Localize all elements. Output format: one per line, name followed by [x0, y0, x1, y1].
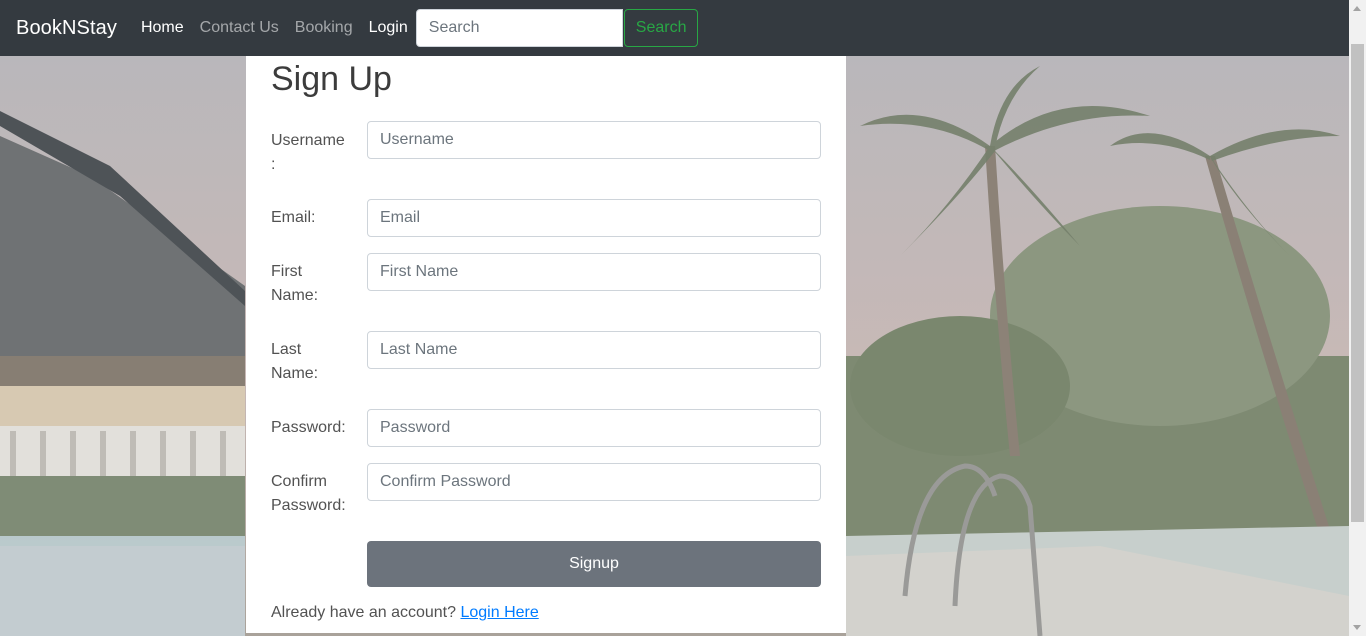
- scroll-down-icon[interactable]: [1353, 625, 1361, 630]
- search-input[interactable]: [415, 9, 623, 47]
- last-name-label: Last Name:: [271, 341, 319, 382]
- scroll-up-icon[interactable]: [1353, 6, 1361, 11]
- password-label: Password:: [271, 419, 346, 436]
- page-title: Sign Up: [271, 60, 392, 98]
- confirm-password-field[interactable]: [367, 463, 821, 501]
- email-field[interactable]: [367, 199, 821, 237]
- confirm-password-label: Confirm Password:: [271, 473, 346, 514]
- login-prompt: Already have an account? Login Here: [271, 604, 539, 622]
- email-label: Email:: [271, 209, 316, 226]
- signup-card: Sign Up Username : Email: First Name: La…: [246, 56, 846, 633]
- navbar: BookNStay Home Contact Us Booking Login …: [0, 0, 1366, 56]
- nav-link-contact-us[interactable]: Contact Us: [200, 19, 279, 37]
- login-here-link[interactable]: Login Here: [460, 604, 538, 621]
- nav-link-home[interactable]: Home: [141, 19, 184, 37]
- first-name-label: First Name:: [271, 263, 319, 304]
- scrollbar-thumb[interactable]: [1351, 44, 1364, 522]
- brand-logo[interactable]: BookNStay: [16, 17, 117, 40]
- username-label: Username :: [271, 132, 345, 173]
- login-prompt-text: Already have an account?: [271, 604, 457, 621]
- username-field[interactable]: [367, 121, 821, 159]
- signup-button[interactable]: Signup: [367, 541, 821, 587]
- password-field[interactable]: [367, 409, 821, 447]
- nav-link-booking[interactable]: Booking: [295, 19, 353, 37]
- first-name-field[interactable]: [367, 253, 821, 291]
- nav-link-login[interactable]: Login: [369, 19, 408, 37]
- search-button[interactable]: Search: [623, 9, 699, 47]
- page-scrollbar[interactable]: [1349, 0, 1366, 636]
- last-name-field[interactable]: [367, 331, 821, 369]
